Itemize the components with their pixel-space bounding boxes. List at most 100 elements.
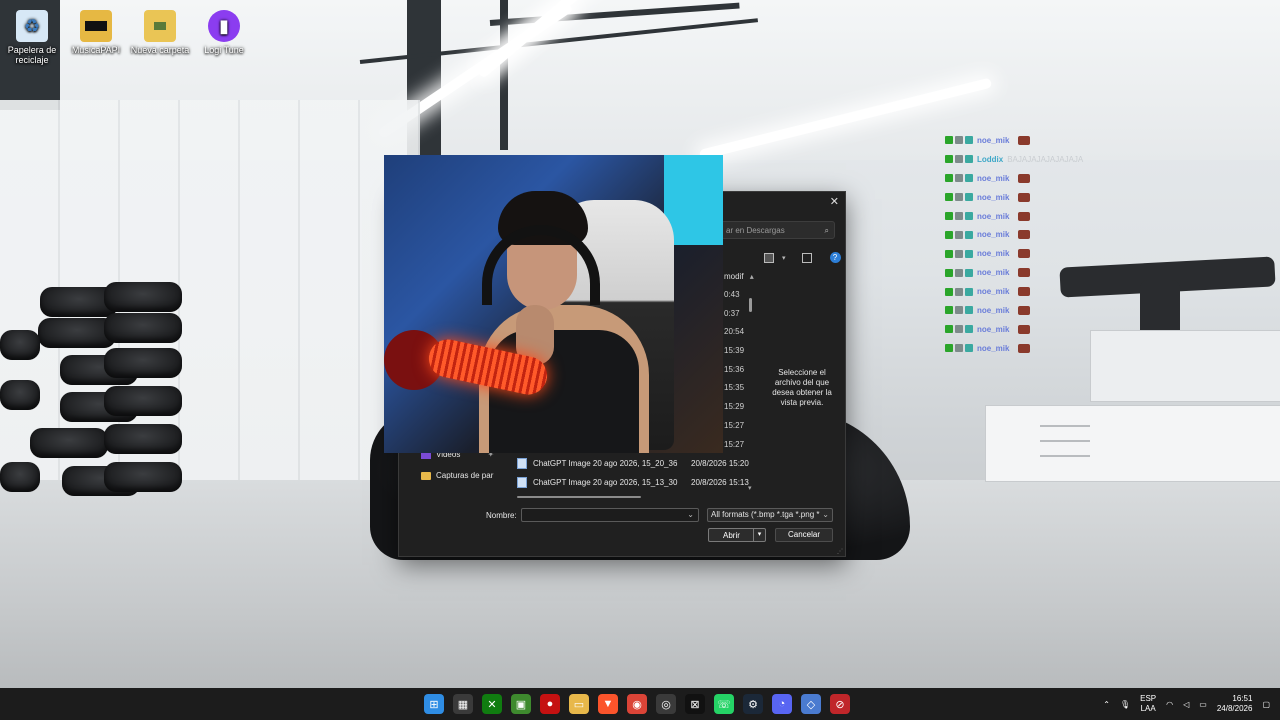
xbox-icon[interactable]: ✕ <box>482 694 502 714</box>
folder-icon <box>421 471 431 480</box>
among-us-icon[interactable]: ● <box>540 694 560 714</box>
date-cell: 15:39 <box>724 346 745 356</box>
chrome-icon[interactable]: ◉ <box>627 694 647 714</box>
show-hidden-icons-chevron-icon[interactable]: ⌃ <box>1103 700 1110 709</box>
system-tray: ⌃ 🎙 ESP LAA ◠ ◁ ▭ 16:51 24/8/2026 ▢ <box>1103 688 1280 720</box>
tire <box>30 428 108 458</box>
resize-grip-icon[interactable]: ⋰ <box>837 548 843 555</box>
microphone-icon[interactable]: 🎙 <box>1120 700 1130 709</box>
tire <box>104 386 182 416</box>
store-icon[interactable]: ▦ <box>453 694 473 714</box>
file-explorer-icon[interactable]: ▭ <box>569 694 589 714</box>
file-row[interactable]: ChatGPT Image 20 ago 2026, 15_20_36 20/8… <box>517 454 757 473</box>
emote-icon <box>1018 287 1031 297</box>
emote-icon <box>1018 343 1031 353</box>
emote-icon <box>1018 211 1031 221</box>
discord-icon[interactable]: ◔ <box>772 694 792 714</box>
chat-username: noe_mik <box>977 343 1010 353</box>
folder-icon <box>80 10 112 42</box>
language-code: ESP <box>1140 694 1157 703</box>
windows-start-icon[interactable]: ⊞ <box>424 694 444 714</box>
chat-message: noe_mik <box>945 339 1145 358</box>
chat-username: Loddix <box>977 154 1004 164</box>
minecraft-icon[interactable]: ▣ <box>511 694 531 714</box>
search-input[interactable]: ar en Descargas ⌕ <box>721 221 835 239</box>
badge-icon <box>965 193 973 202</box>
filetype-select[interactable]: All formats (*.bmp *.tga *.png * ⌄ <box>707 508 833 522</box>
obs-icon[interactable]: ◎ <box>656 694 676 714</box>
wifi-icon[interactable]: ◠ <box>1166 700 1173 709</box>
open-button[interactable]: Abrir ▾ <box>708 528 766 542</box>
badge-icon <box>955 212 963 220</box>
chat-username: noe_mik <box>977 268 1010 278</box>
badge-icon <box>965 174 973 183</box>
chevron-down-icon[interactable]: ⌄ <box>687 510 694 519</box>
horizontal-scrollbar[interactable] <box>517 496 641 498</box>
scrollbar-thumb[interactable] <box>749 298 752 312</box>
cancel-button[interactable]: Cancelar <box>775 528 833 542</box>
file-date: 20/8/2026 15:13 <box>691 478 749 487</box>
badge-icon <box>945 136 953 145</box>
workbench-drawer <box>1040 455 1090 457</box>
close-icon[interactable]: ✕ <box>830 195 839 208</box>
desktop-icon-nueva-carpeta[interactable]: Nueva carpeta <box>128 6 192 55</box>
nav-item-capturas[interactable]: Capturas de par <box>421 471 493 480</box>
tire <box>0 462 40 492</box>
column-header-label: modif <box>724 272 744 281</box>
badge-icon <box>955 344 963 353</box>
desktop-icon-label: Nueva carpeta <box>130 45 190 55</box>
filetype-value: All formats (*.bmp *.tga *.png * <box>711 510 820 519</box>
chat-message: noe_mik <box>945 244 1145 263</box>
badge-icon <box>955 306 963 315</box>
desktop-icon-logi-tune[interactable]: ▮ Logi Tune <box>192 6 256 55</box>
taskbar-apps: ⊞ ▦ ✕ ▣ ● ▭ ▼ ◉ ◎ ⊠ ☏ ⚙ ◔ ◇ ⊘ <box>424 694 850 714</box>
red-app-icon[interactable]: ⊘ <box>830 694 850 714</box>
desktop-icon-label: MusicaPAPI <box>71 45 121 55</box>
preview-pane-icon[interactable] <box>801 252 812 263</box>
workbench-drawer <box>1040 440 1090 442</box>
keyboard-layout: LAA <box>1140 704 1156 713</box>
badge-icon <box>955 174 963 183</box>
input-language[interactable]: ESP LAA <box>1140 694 1156 714</box>
notification-icon[interactable]: ▢ <box>1262 700 1270 709</box>
open-options-chevron-icon[interactable]: ▾ <box>753 529 765 541</box>
file-date: 20/8/2026 15:20 <box>691 459 749 468</box>
badge-icon <box>955 193 963 202</box>
emote-icon <box>1018 324 1031 334</box>
taskbar: ⊞ ▦ ✕ ▣ ● ▭ ▼ ◉ ◎ ⊠ ☏ ⚙ ◔ ◇ ⊘ ⌃ 🎙 ESP LAA ◠ ◁ ▭ 16:51 … <box>0 688 1280 720</box>
clock-time: 16:51 <box>1232 694 1253 703</box>
workbench-drawer <box>1040 425 1090 427</box>
chat-username: noe_mik <box>977 324 1010 334</box>
logi-tune-icon: ▮ <box>208 10 240 42</box>
preview-pane-text: Seleccione el archivo del que desea obte… <box>772 368 832 407</box>
desktop-icon-musicapapi[interactable]: MusicaPAPI <box>64 6 128 55</box>
app-blue-icon[interactable]: ◇ <box>801 694 821 714</box>
date-cell: 20:54 <box>724 327 745 337</box>
volume-icon[interactable]: ◁ <box>1183 700 1189 709</box>
chat-username: noe_mik <box>977 192 1010 202</box>
desktop-icon-recycle-bin[interactable]: ♻ Papelera de reciclaje <box>0 6 64 65</box>
file-name: ChatGPT Image 20 ago 2026, 15_13_30 <box>533 478 678 487</box>
clock[interactable]: 16:51 24/8/2026 <box>1217 694 1253 714</box>
date-column: 0:43 0:37 20:54 15:39 15:36 15:35 15:29 … <box>724 290 744 458</box>
image-file-icon <box>517 458 527 469</box>
badge-icon <box>965 287 973 296</box>
tire <box>0 330 40 360</box>
whatsapp-icon[interactable]: ☏ <box>714 694 734 714</box>
battery-icon[interactable]: ▭ <box>1199 700 1207 709</box>
help-icon[interactable]: ? <box>829 252 841 263</box>
brave-icon[interactable]: ▼ <box>598 694 618 714</box>
view-mode-icon[interactable] <box>764 252 774 263</box>
filename-input[interactable]: ⌄ <box>521 508 699 522</box>
capcut-icon[interactable]: ⊠ <box>685 694 705 714</box>
open-button-label: Abrir <box>723 531 740 540</box>
steam-icon[interactable]: ⚙ <box>743 694 763 714</box>
emote-icon <box>1018 249 1031 259</box>
chat-username: noe_mik <box>977 249 1010 259</box>
emote-icon <box>1018 305 1031 315</box>
chevron-down-icon[interactable]: ▾ <box>782 254 786 262</box>
clock-date: 24/8/2026 <box>1216 704 1253 713</box>
badge-icon <box>955 155 963 164</box>
emote-icon <box>1018 192 1031 202</box>
file-row[interactable]: ChatGPT Image 20 ago 2026, 15_13_30 20/8… <box>517 473 757 492</box>
